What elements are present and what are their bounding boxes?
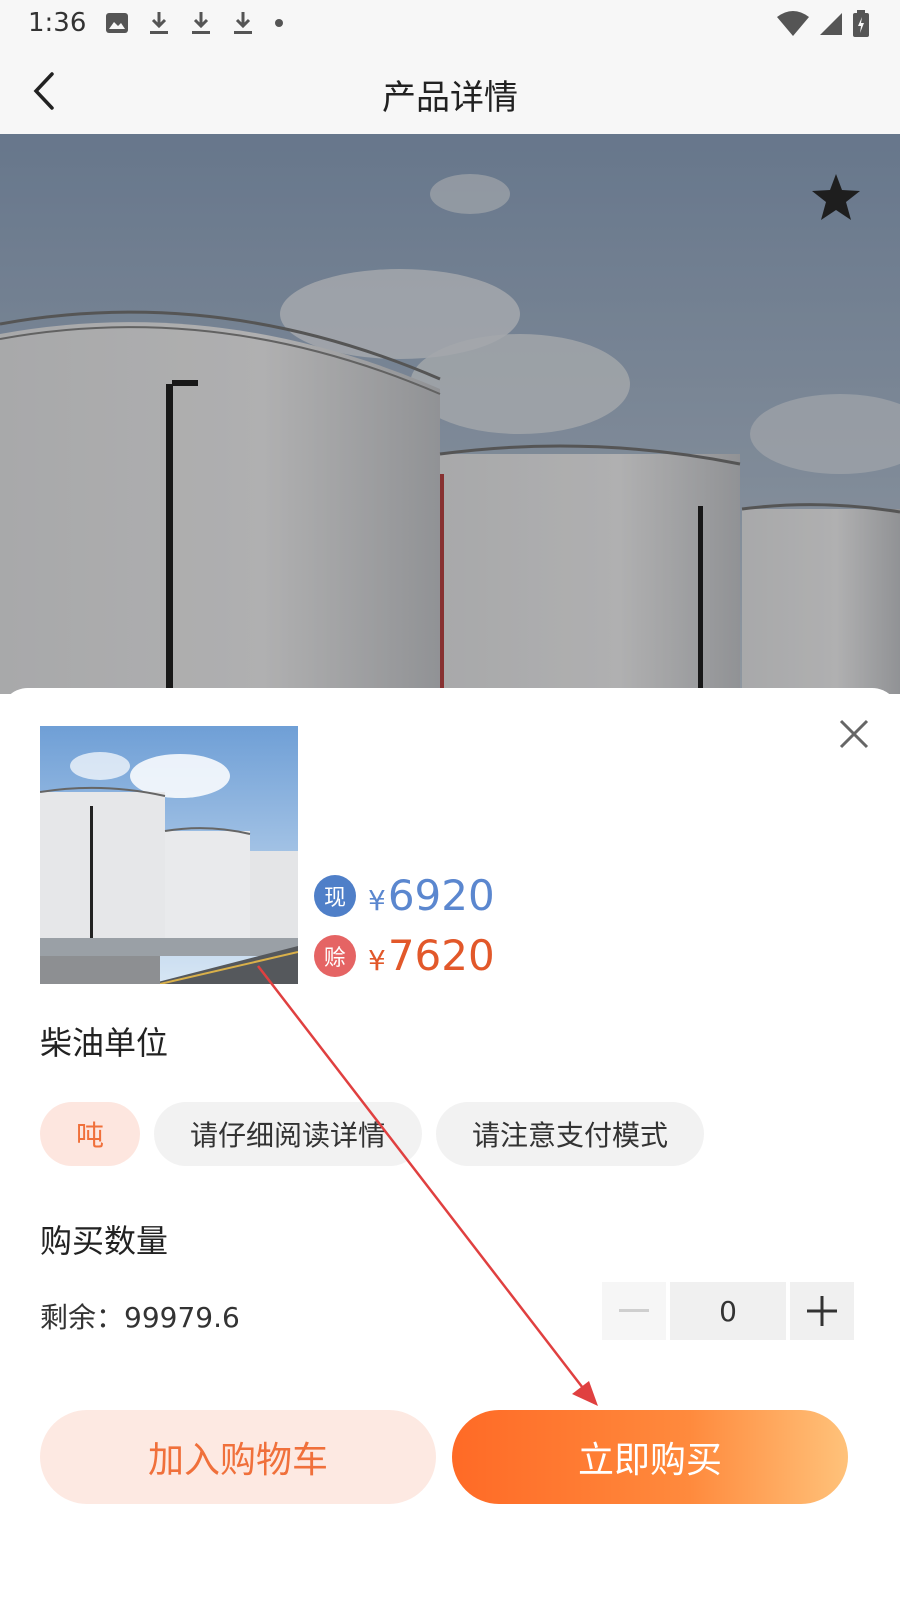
add-to-cart-button[interactable]: 加入购物车 xyxy=(40,1410,436,1504)
minus-icon xyxy=(619,1309,649,1312)
status-time: 1:36 xyxy=(28,8,87,38)
unit-option-payment-mode[interactable]: 请注意支付模式 xyxy=(436,1102,705,1166)
cash-price: ¥6920 xyxy=(368,871,495,920)
cash-price-row: 现 ¥6920 xyxy=(314,866,495,926)
app-header: 产品详情 xyxy=(0,48,900,134)
download-icon xyxy=(150,12,168,34)
quantity-stepper: 0 xyxy=(602,1282,854,1340)
product-thumbnail xyxy=(40,726,298,984)
wifi-icon xyxy=(777,11,809,36)
close-icon[interactable] xyxy=(838,718,870,750)
credit-price: ¥7620 xyxy=(368,931,495,980)
storage-tanks-thumbnail xyxy=(40,726,298,984)
decrease-button[interactable] xyxy=(602,1282,666,1340)
download-icon xyxy=(234,12,252,34)
stock-remaining: 剩余：99979.6 xyxy=(40,1301,240,1334)
unit-option-ton[interactable]: 吨 xyxy=(40,1102,141,1166)
credit-price-badge: 赊 xyxy=(314,935,356,977)
quantity-section-label: 购买数量 xyxy=(40,1222,169,1260)
unit-options: 吨 请仔细阅读详情 请注意支付模式 xyxy=(40,1102,705,1166)
buy-now-button[interactable]: 立即购买 xyxy=(452,1410,848,1504)
favorite-star-icon[interactable] xyxy=(810,172,862,222)
status-bar: 1:36 xyxy=(0,0,900,48)
sku-bottom-sheet: 现 ¥6920 赊 ¥7620 柴油单位 吨 请仔细阅读详情 请注意支付模式 购… xyxy=(0,688,900,1600)
quantity-input[interactable]: 0 xyxy=(670,1282,786,1340)
battery-icon xyxy=(853,10,869,37)
image-icon xyxy=(106,13,128,33)
status-system-icons xyxy=(776,10,870,38)
unit-section-label: 柴油单位 xyxy=(40,1024,169,1062)
status-notification-icons xyxy=(105,10,285,36)
dot-icon xyxy=(275,19,283,27)
download-icon xyxy=(192,12,210,34)
plus-icon xyxy=(807,1296,837,1326)
signal-icon xyxy=(820,13,842,35)
credit-price-row: 赊 ¥7620 xyxy=(314,926,495,986)
modal-dim-overlay[interactable] xyxy=(0,134,900,694)
price-block: 现 ¥6920 赊 ¥7620 xyxy=(314,866,495,986)
page-title: 产品详情 xyxy=(382,78,518,118)
unit-option-read-details[interactable]: 请仔细阅读详情 xyxy=(154,1102,423,1166)
cash-price-badge: 现 xyxy=(314,875,356,917)
increase-button[interactable] xyxy=(790,1282,854,1340)
